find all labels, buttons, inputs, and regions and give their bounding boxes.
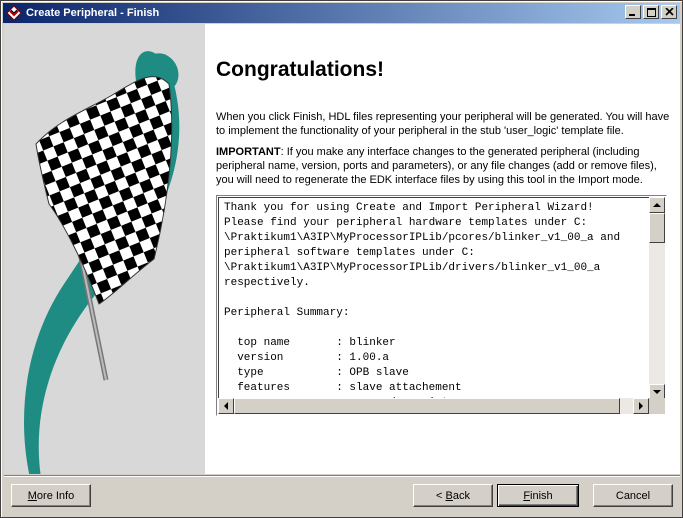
back-prefix: < (436, 489, 446, 502)
minimize-icon[interactable] (625, 5, 641, 19)
summary-viewport: Thank you for using Create and Import Pe… (218, 197, 649, 400)
xilinx-app-icon (6, 5, 22, 21)
vertical-scroll-thumb[interactable] (649, 213, 665, 243)
cancel-label: Cancel (615, 489, 651, 502)
finish-accelerator: F (523, 489, 531, 502)
wizard-banner (4, 24, 205, 474)
important-note: IMPORTANT: If you make any interface cha… (216, 145, 671, 187)
finish-button[interactable]: Finish (497, 484, 579, 507)
title-bar[interactable]: Create Peripheral - Finish (3, 3, 680, 23)
back-label: ack (452, 489, 470, 502)
summary-text: Thank you for using Create and Import Pe… (224, 202, 621, 400)
important-label: IMPORTANT (216, 146, 281, 158)
cancel-button[interactable]: Cancel (593, 484, 673, 507)
finish-label: inish (530, 489, 553, 502)
back-button[interactable]: < Back (413, 484, 493, 507)
more-info-accelerator: M (27, 489, 37, 502)
close-icon[interactable] (661, 5, 677, 19)
maximize-icon[interactable] (643, 5, 659, 19)
back-accelerator: B (445, 489, 453, 502)
vertical-scrollbar[interactable] (649, 197, 665, 400)
checkered-flag-image (24, 51, 180, 474)
scroll-left-icon[interactable] (218, 398, 234, 414)
scroll-up-icon[interactable] (649, 197, 665, 213)
page-title: Congratulations! (216, 58, 384, 81)
scroll-right-icon[interactable] (633, 398, 649, 414)
scroll-corner (649, 398, 665, 414)
window-controls (625, 5, 677, 19)
summary-textarea[interactable]: Thank you for using Create and Import Pe… (216, 195, 667, 416)
important-text: : If you make any interface changes to t… (216, 146, 657, 186)
finish-description: When you click Finish, HDL files represe… (216, 111, 670, 137)
more-info-button[interactable]: More Info (11, 484, 91, 507)
horizontal-scrollbar[interactable] (218, 398, 649, 414)
more-info-label: ore Info (36, 489, 75, 502)
window-title: Create Peripheral - Finish (26, 7, 160, 19)
horizontal-scroll-thumb[interactable] (234, 398, 620, 414)
wizard-window: Create Peripheral - Finish Congratulatio… (0, 0, 683, 518)
content-panel: Congratulations! When you click Finish, … (205, 24, 680, 474)
footer-divider (4, 475, 680, 477)
